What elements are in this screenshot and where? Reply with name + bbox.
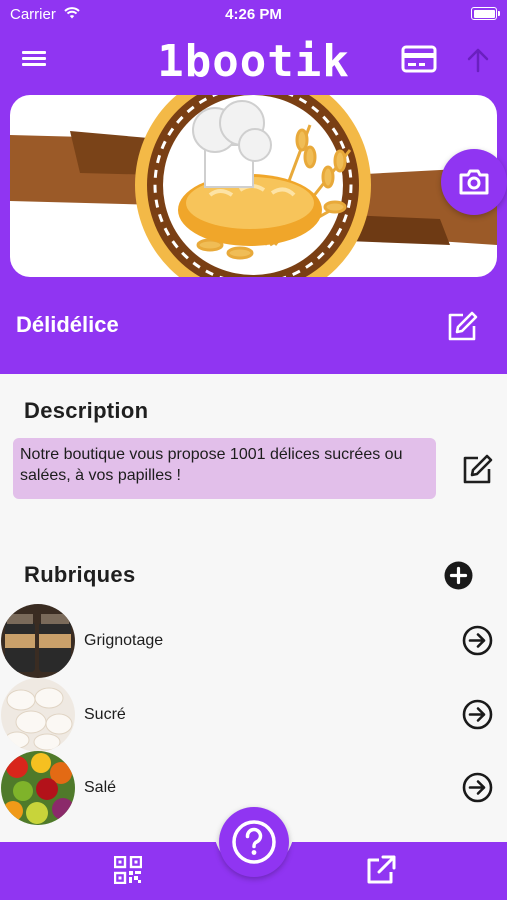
camera-icon — [459, 169, 489, 195]
arrow-up-icon[interactable] — [465, 46, 491, 74]
credit-card-icon[interactable] — [401, 44, 437, 74]
qr-code-icon[interactable] — [114, 856, 142, 884]
app-header: Carrier 4:26 PM 1bootik — [0, 0, 507, 96]
plus-circle-icon[interactable] — [444, 561, 473, 590]
camera-button[interactable] — [441, 149, 507, 215]
category-image — [1, 604, 75, 678]
help-button[interactable] — [219, 807, 289, 877]
shop-banner-image — [10, 95, 497, 277]
external-link-icon[interactable] — [365, 854, 397, 886]
arrow-right-circle-icon[interactable] — [462, 699, 493, 730]
category-row-grignotage[interactable]: Grignotage — [0, 604, 507, 678]
battery-icon — [471, 7, 500, 20]
help-circle-icon — [232, 820, 276, 864]
bakery-logo-illustration — [10, 95, 497, 277]
description-text: Notre boutique vous propose 1001 délices… — [13, 438, 436, 499]
description-title: Description — [24, 398, 149, 423]
category-label: Salé — [84, 779, 117, 796]
category-image — [1, 751, 75, 825]
shop-name: Délidélice — [16, 312, 119, 337]
arrow-right-circle-icon[interactable] — [462, 772, 493, 803]
rubriques-title: Rubriques — [24, 562, 136, 587]
status-bar: Carrier 4:26 PM — [0, 0, 507, 28]
category-image — [1, 678, 75, 752]
category-row-sucre[interactable]: Sucré — [0, 678, 507, 752]
description-edit-icon[interactable] — [460, 453, 494, 487]
status-time: 4:26 PM — [225, 6, 282, 23]
shop-edit-icon[interactable] — [445, 310, 479, 344]
category-label: Sucré — [84, 706, 126, 723]
arrow-right-circle-icon[interactable] — [462, 625, 493, 656]
category-label: Grignotage — [84, 632, 164, 649]
